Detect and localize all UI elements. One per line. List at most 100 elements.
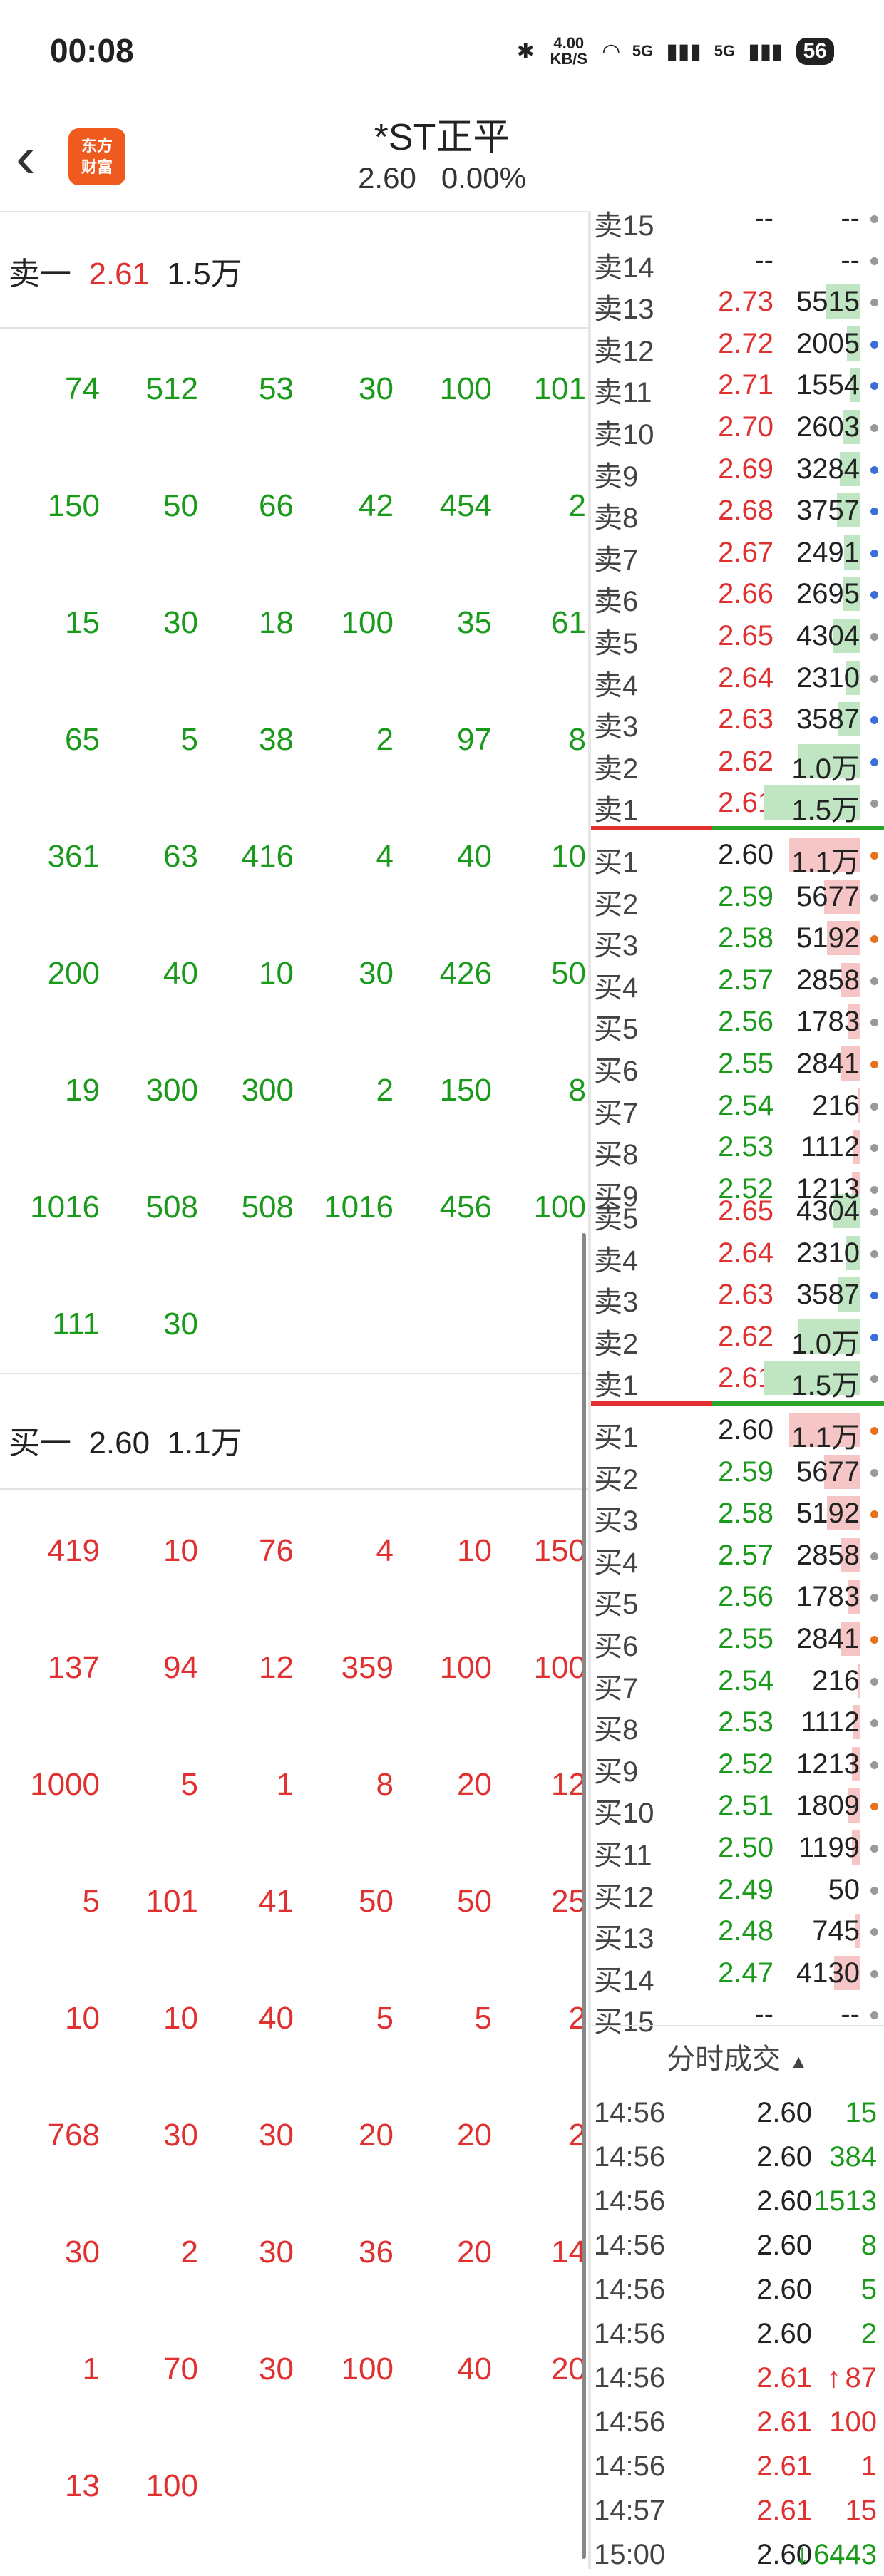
ask-level[interactable]: 卖5 2.65 4304	[591, 1191, 884, 1235]
dot-icon	[870, 852, 878, 860]
bid-level[interactable]: 买3 2.58 5192	[591, 1493, 884, 1537]
bid-level[interactable]: 买14 2.47 4130	[591, 1953, 884, 1997]
level-volume: 1.1万	[791, 847, 860, 878]
level-price: 2.48	[718, 1915, 774, 1947]
bid-level[interactable]: 买7 2.54 216	[591, 1086, 884, 1129]
bid-level[interactable]: 买4 2.57 2858	[591, 960, 884, 1004]
ask-level[interactable]: 卖5 2.65 4304	[591, 616, 884, 659]
level-volume: --	[841, 1999, 860, 2031]
queue-order-size: 416	[241, 839, 294, 874]
scrollbar[interactable]	[582, 1233, 586, 2559]
ask-level[interactable]: 卖4 2.64 2310	[591, 658, 884, 701]
bid-level[interactable]: 买6 2.55 2841	[591, 1044, 884, 1087]
ask-level[interactable]: 卖6 2.66 2695	[591, 574, 884, 617]
bid-level[interactable]: 买12 2.49 50	[591, 1870, 884, 1913]
ask-level[interactable]: 卖12 2.72 2005	[591, 324, 884, 367]
level-label: 卖1	[594, 795, 639, 827]
bid-level[interactable]: 买4 2.57 2858	[591, 1535, 884, 1579]
trade-price: 2.61	[756, 2362, 812, 2394]
bid-level[interactable]: 买1 2.60 1.1万	[591, 835, 884, 878]
ask-level[interactable]: 卖2 2.62 1.0万	[591, 1317, 884, 1360]
bid-level[interactable]: 买11 2.50 1199	[591, 1828, 884, 1871]
bid-level[interactable]: 买3 2.58 5192	[591, 918, 884, 962]
queue-order-size: 53	[259, 371, 294, 406]
ask-level[interactable]: 卖11 2.71 1554	[591, 365, 884, 408]
dot-icon	[870, 1061, 878, 1068]
queue-row: 1000 5 1 8 20 12	[0, 1767, 588, 1810]
queue-order-size: 40	[457, 2351, 492, 2386]
bid-level[interactable]: 买5 2.56 1783	[591, 1577, 884, 1620]
level-volume: 216	[812, 1089, 860, 1121]
bid-level[interactable]: 买10 2.51 1809	[591, 1786, 884, 1829]
queue-order-size: 30	[259, 2351, 294, 2386]
trade-volume: 5	[861, 2274, 877, 2306]
bid-level[interactable]: 买9 2.52 1213	[591, 1744, 884, 1788]
ask-level[interactable]: 卖8 2.68 3757	[591, 490, 884, 534]
ask-level[interactable]: 卖13 2.73 5515	[591, 282, 884, 325]
trade-price: 2.61	[756, 2495, 812, 2526]
trade-time: 15:00	[594, 2539, 666, 2570]
queue-order-size: 30	[65, 2235, 100, 2270]
ask-level[interactable]: 卖3 2.63 3587	[591, 1274, 884, 1318]
queue-order-size: 40	[457, 839, 492, 874]
level-volume: 2310	[796, 1237, 860, 1269]
queue-order-size: 456	[439, 1190, 492, 1225]
level-price: 2.60	[718, 839, 774, 870]
queue-order-size: 111	[52, 1307, 100, 1341]
dot-icon	[870, 1208, 878, 1216]
queue-order-size: 150	[533, 1533, 586, 1568]
bid-level[interactable]: 买15 -- --	[591, 1994, 884, 2038]
order-queue-panel[interactable]: 卖一 2.61 1.5万 74 512 53 30 100 101 150 50 66 42 454…	[0, 211, 588, 2569]
net-speed: 4.00 KB/S	[550, 34, 588, 68]
dot-icon	[870, 382, 878, 391]
bid-level[interactable]: 买8 2.53 1112	[591, 1127, 884, 1170]
ask-level[interactable]: 卖10 2.70 2603	[591, 407, 884, 450]
queue-order-size: 10	[259, 956, 294, 991]
ask-level[interactable]: 卖7 2.67 2491	[591, 532, 884, 576]
ask-level[interactable]: 卖2 2.62 1.0万	[591, 741, 884, 785]
queue-order-size: 2	[180, 2235, 198, 2270]
bid-level[interactable]: 买2 2.59 5677	[591, 1452, 884, 1495]
bluetooth-icon: ✱	[516, 39, 535, 63]
level-price: 2.56	[718, 1006, 774, 1038]
bid-level[interactable]: 买1 2.60 1.1万	[591, 1410, 884, 1453]
bid-level[interactable]: 买5 2.56 1783	[591, 1001, 884, 1045]
queue-order-size: 10	[551, 839, 586, 874]
ask-level[interactable]: 卖14 -- --	[591, 240, 884, 284]
ask-level[interactable]: 卖1 2.61 1.5万	[591, 783, 884, 826]
trade-row: 14:56 2.61 ↑ 87	[591, 2358, 884, 2399]
bid-level[interactable]: 买6 2.55 2841	[591, 1619, 884, 1662]
level-volume: 5515	[796, 286, 860, 318]
ask-level[interactable]: 卖15 -- --	[591, 198, 884, 242]
queue-order-size: 2	[376, 722, 394, 757]
bid-level[interactable]: 买8 2.53 1112	[591, 1702, 884, 1746]
level-label: 买11	[594, 1840, 652, 1871]
bid-level[interactable]: 买13 2.48 745	[591, 1911, 884, 1954]
queue-row: 1016 508 508 1016 456 100	[0, 1190, 588, 1232]
dot-icon	[870, 215, 878, 223]
bid-level[interactable]: 买7 2.54 216	[591, 1661, 884, 1704]
queue-order-size: 1000	[30, 1767, 100, 1802]
level-price: 2.53	[718, 1706, 774, 1738]
queue-row: 361 63 416 4 40 10	[0, 839, 588, 882]
bid-level[interactable]: 买2 2.59 5677	[591, 877, 884, 920]
ask-level[interactable]: 卖3 2.63 3587	[591, 699, 884, 743]
trades-toggle[interactable]: 分时成交 ▲	[591, 2036, 884, 2077]
queue-order-size: 2	[568, 2001, 586, 2036]
dot-icon	[870, 893, 878, 902]
trade-row: 14:56 2.61 1	[591, 2446, 884, 2488]
level-label: 卖11	[594, 377, 652, 409]
level-price: 2.65	[718, 1195, 774, 1227]
order-book-panel[interactable]: 卖15 -- -- 卖14 -- -- 卖13 2.73 5515 卖12 2.72 2005 卖11 2…	[591, 202, 884, 2570]
ask-level[interactable]: 卖1 2.61 1.5万	[591, 1358, 884, 1401]
trade-volume-value: 5	[860, 2274, 877, 2305]
level-label: 卖1	[594, 1370, 639, 1402]
ask-level[interactable]: 卖4 2.64 2310	[591, 1233, 884, 1277]
ask-level[interactable]: 卖9 2.69 3284	[591, 449, 884, 493]
dot-icon	[870, 1761, 878, 1769]
level-volume: 2005	[796, 327, 860, 359]
trade-time: 14:56	[594, 2406, 666, 2438]
queue-order-size: 18	[259, 605, 294, 640]
queue-order-size: 150	[47, 488, 100, 523]
level-volume: 1809	[796, 1790, 860, 1822]
